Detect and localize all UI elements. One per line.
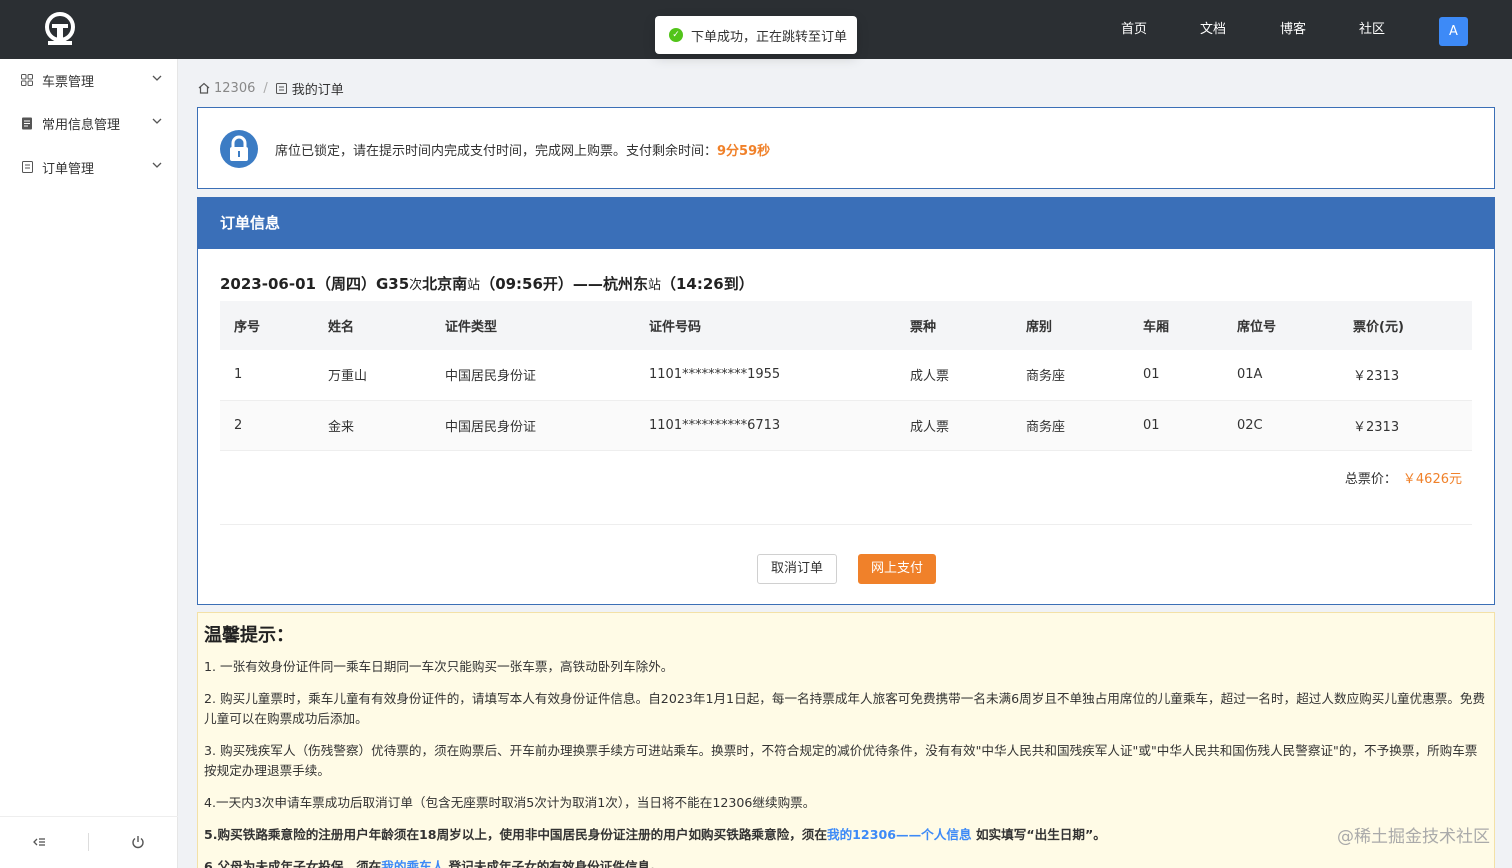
breadcrumb-current: 我的订单 bbox=[291, 82, 344, 98]
nav-docs[interactable]: 文档 bbox=[1200, 0, 1226, 59]
to-station: 杭州东 bbox=[602, 275, 648, 293]
tip-item: 1. 一张有效身份证件同一乘车日期同一车次只能购买一张车票，高铁动卧列车除外。 bbox=[204, 659, 674, 674]
column-header: 席位号 bbox=[1223, 301, 1339, 350]
nav-home[interactable]: 首页 bbox=[1121, 0, 1147, 59]
table-cell: 02C bbox=[1223, 400, 1339, 451]
warm-tips-panel: 温馨提示： 1. 一张有效身份证件同一乘车日期同一车次只能购买一张车票，高铁动卧… bbox=[197, 612, 1495, 868]
lock-icon bbox=[220, 130, 258, 168]
sidebar-item-order-management[interactable]: 订单管理 bbox=[0, 146, 178, 188]
power-icon[interactable] bbox=[131, 835, 145, 849]
chevron-down-icon bbox=[152, 75, 162, 81]
table-cell: 1101**********1955 bbox=[635, 350, 896, 401]
divider bbox=[220, 524, 1472, 525]
tip-item: 4.一天内3次申请车票成功后取消订单（包含无座票时取消5次计为取消1次），当日将… bbox=[204, 795, 816, 810]
chevron-down-icon bbox=[152, 162, 162, 168]
success-toast: ✓ 下单成功，正在跳转至订单 bbox=[655, 16, 857, 54]
tips-title: 温馨提示： bbox=[204, 625, 294, 646]
total-price-value: ￥4626元 bbox=[1402, 472, 1462, 487]
collapse-menu-icon[interactable] bbox=[32, 835, 46, 849]
order-info-panel: 订单信息 2023-06-01（周四）G35次北京南站（09:56开）——杭州东… bbox=[197, 197, 1495, 605]
table-cell: 2 bbox=[220, 400, 314, 451]
breadcrumb-home[interactable]: 12306 bbox=[214, 81, 255, 96]
nav-blog[interactable]: 博客 bbox=[1280, 0, 1306, 59]
table-cell: 01 bbox=[1129, 350, 1223, 401]
sidebar-item-ticket-management[interactable]: 车票管理 bbox=[0, 59, 178, 101]
tip-text: 如实填写“出生日期”。 bbox=[971, 827, 1106, 842]
column-header: 姓名 bbox=[314, 301, 431, 350]
column-header: 票种 bbox=[896, 301, 1012, 350]
column-header: 证件号码 bbox=[635, 301, 896, 350]
nav-community[interactable]: 社区 bbox=[1359, 0, 1385, 59]
order-icon bbox=[275, 82, 287, 94]
check-circle-icon: ✓ bbox=[669, 28, 683, 42]
ticket-price: ￥2313 bbox=[1339, 400, 1472, 451]
table-cell: 万重山 bbox=[314, 350, 431, 401]
tip-item: 6.父母为未成年子女投保，须在我的乘车人 登记未成年子女的有效身份证件信息。 bbox=[204, 857, 1488, 868]
tip-text: 5.购买铁路乘意险的注册用户年龄须在18周岁以上，使用非中国居民身份证注册的用户… bbox=[204, 827, 827, 842]
tip-item: 2. 购买儿童票时，乘车儿童有有效身份证件的，请填写本人有效身份证件信息。自20… bbox=[204, 691, 1486, 726]
avatar[interactable]: A bbox=[1439, 17, 1468, 46]
trip-zhan-1: 站 bbox=[467, 278, 481, 293]
cancel-order-button[interactable]: 取消订单 bbox=[757, 554, 837, 584]
tip-item: 3. 购买残疾军人（伤残警察）优待票的，须在购票后、开车前办理换票手续方可进站乘… bbox=[204, 743, 1478, 778]
countdown-timer: 9分59秒 bbox=[717, 144, 771, 159]
train-number: G35 bbox=[375, 275, 410, 293]
table-row: 2 金来 中国居民身份证 1101**********6713 成人票 商务座 … bbox=[220, 400, 1472, 451]
document-icon bbox=[20, 116, 34, 130]
column-header: 车厢 bbox=[1129, 301, 1223, 350]
toast-message: 下单成功，正在跳转至订单 bbox=[691, 29, 848, 45]
tip-text: 登记未成年子女的有效身份证件信息。 bbox=[444, 859, 663, 868]
my-passengers-link[interactable]: 我的乘车人 bbox=[381, 859, 444, 868]
arrival-time: （14:26到） bbox=[660, 275, 754, 293]
column-header: 序号 bbox=[220, 301, 314, 350]
pay-online-button[interactable]: 网上支付 bbox=[858, 554, 936, 584]
table-header-row: 序号 姓名 证件类型 证件号码 票种 席别 车厢 席位号 票价(元) bbox=[220, 301, 1472, 350]
column-header: 席别 bbox=[1012, 301, 1129, 350]
seat-locked-notice: 席位已锁定，请在提示时间内完成支付时间，完成网上购票。支付剩余时间：9分59秒 bbox=[197, 107, 1495, 189]
footer-divider bbox=[88, 833, 89, 851]
table-cell: 1 bbox=[220, 350, 314, 401]
breadcrumb: 12306 / 我的订单 bbox=[198, 78, 344, 98]
table-cell: 商务座 bbox=[1012, 400, 1129, 451]
sidebar: 车票管理 常用信息管理 订单管理 bbox=[0, 59, 178, 868]
tip-text: 6.父母为未成年子女投保，须在 bbox=[204, 859, 382, 868]
table-cell: 01A bbox=[1223, 350, 1339, 401]
trip-ci: 次 bbox=[409, 278, 423, 293]
column-header: 票价(元) bbox=[1339, 301, 1472, 350]
sidebar-footer bbox=[0, 816, 178, 868]
railway-logo-icon[interactable] bbox=[40, 10, 80, 50]
home-icon bbox=[198, 82, 210, 94]
table-cell: 成人票 bbox=[896, 350, 1012, 401]
sidebar-item-common-info[interactable]: 常用信息管理 bbox=[0, 102, 178, 144]
watermark: @稀土掘金技术社区 bbox=[1337, 827, 1490, 847]
table-cell: 成人票 bbox=[896, 400, 1012, 451]
tip-item: 5.购买铁路乘意险的注册用户年龄须在18周岁以上，使用非中国居民身份证注册的用户… bbox=[204, 825, 1488, 845]
trip-zhan-2: 站 bbox=[647, 278, 661, 293]
lock-message-text: 席位已锁定，请在提示时间内完成支付时间，完成网上购票。支付剩余时间： bbox=[275, 144, 718, 159]
file-icon bbox=[20, 160, 34, 174]
table-cell: 中国居民身份证 bbox=[431, 350, 635, 401]
lock-message: 席位已锁定，请在提示时间内完成支付时间，完成网上购票。支付剩余时间：9分59秒 bbox=[275, 140, 770, 159]
total-price: 总票价： ￥4626元 bbox=[1345, 468, 1462, 487]
personal-info-link[interactable]: 我的12306——个人信息 bbox=[827, 827, 972, 842]
table-cell: 商务座 bbox=[1012, 350, 1129, 401]
trip-date: 2023-06-01（周四） bbox=[220, 275, 376, 293]
grid-icon bbox=[20, 73, 34, 87]
table-cell: 01 bbox=[1129, 400, 1223, 451]
table-cell: 金来 bbox=[314, 400, 431, 451]
total-price-label: 总票价： bbox=[1344, 472, 1397, 487]
table-cell: 1101**********6713 bbox=[635, 400, 896, 451]
departure-time: （09:56开）—— bbox=[480, 275, 603, 293]
breadcrumb-separator: / bbox=[263, 80, 268, 96]
table-cell: 中国居民身份证 bbox=[431, 400, 635, 451]
trip-summary: 2023-06-01（周四）G35次北京南站（09:56开）——杭州东站（14:… bbox=[220, 273, 754, 294]
order-info-title: 订单信息 bbox=[198, 198, 1494, 249]
ticket-price: ￥2313 bbox=[1339, 350, 1472, 401]
table-row: 1 万重山 中国居民身份证 1101**********1955 成人票 商务座… bbox=[220, 350, 1472, 401]
from-station: 北京南 bbox=[422, 275, 468, 293]
chevron-down-icon bbox=[152, 118, 162, 124]
passenger-table: 序号 姓名 证件类型 证件号码 票种 席别 车厢 席位号 票价(元) 1 万重山… bbox=[220, 301, 1472, 451]
column-header: 证件类型 bbox=[431, 301, 635, 350]
